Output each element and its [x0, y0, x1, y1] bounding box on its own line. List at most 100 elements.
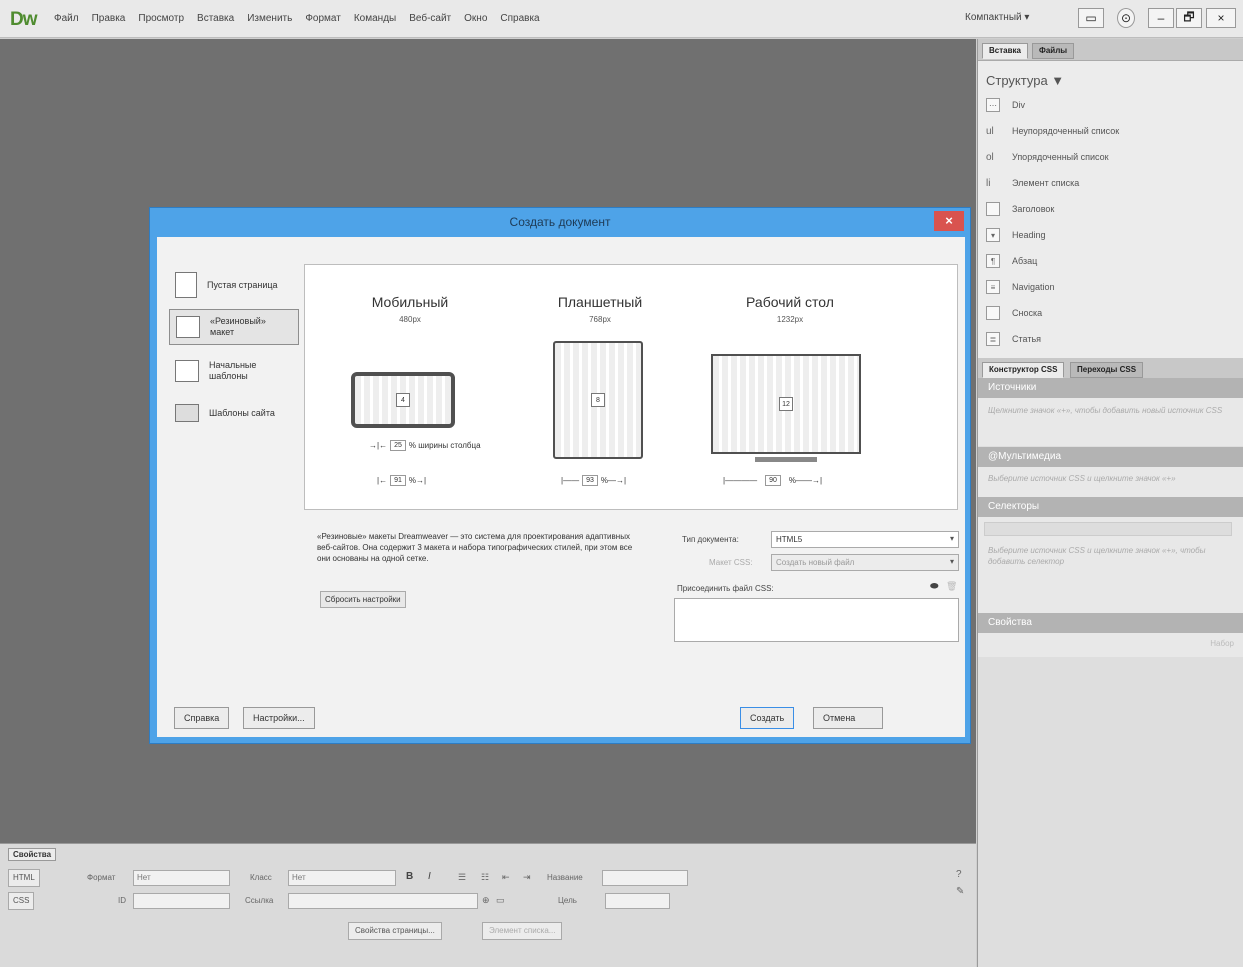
sources-header[interactable]: Источники [978, 378, 1243, 398]
gutter-input[interactable]: 25 [390, 440, 406, 451]
article-icon: ≣ [986, 332, 1000, 346]
category-site-templates[interactable]: Шаблоны сайта [169, 395, 299, 431]
link-input[interactable] [288, 893, 478, 909]
doc-type-select[interactable]: HTML5 ▾ [771, 531, 959, 548]
tab-insert[interactable]: Вставка [982, 43, 1028, 59]
layout-css-select[interactable]: Создать новый файл ▾ [771, 554, 959, 571]
header-icon [986, 202, 1000, 216]
blank-page-icon [175, 272, 197, 298]
attached-css-list[interactable] [674, 598, 959, 642]
desktop-columns-input[interactable]: 12 [779, 397, 793, 411]
insert-item-li[interactable]: li Элемент списка [986, 174, 1079, 192]
tab-css-designer[interactable]: Конструктор CSS [982, 362, 1065, 378]
ordered-list-icon[interactable]: ☷ [481, 872, 489, 883]
menu-site[interactable]: Веб-сайт [409, 13, 451, 24]
cancel-button[interactable]: Отмена [813, 707, 883, 729]
indent-icon[interactable]: ⇥ [523, 872, 531, 883]
quick-tag-icon[interactable]: ✎ [956, 886, 964, 897]
menu-view[interactable]: Просмотр [138, 13, 184, 24]
maximize-button[interactable]: 🗗 [1176, 8, 1202, 28]
tablet-width-input[interactable]: 93 [582, 475, 598, 486]
menu-edit[interactable]: Правка [92, 13, 126, 24]
menu-insert[interactable]: Вставка [197, 13, 234, 24]
unordered-list-icon[interactable]: ☰ [458, 872, 466, 883]
tablet-columns-input[interactable]: 8 [591, 393, 605, 407]
link-css-icon[interactable]: ⬬ [930, 581, 939, 592]
insert-item-heading[interactable]: ▾ Heading [986, 226, 1046, 244]
workspace-switcher[interactable]: Компактный ▾ [965, 12, 1029, 23]
menu-help[interactable]: Справка [500, 13, 539, 24]
browse-folder-icon[interactable]: ▭ [496, 895, 505, 906]
bold-button[interactable]: B [406, 871, 413, 882]
page-properties-button[interactable]: Свойства страницы... [348, 922, 442, 940]
sync-icon[interactable]: ⊙ [1117, 8, 1135, 28]
id-select[interactable] [133, 893, 230, 909]
point-to-file-icon[interactable]: ⊕ [482, 895, 490, 906]
trash-icon[interactable]: 🗑 [946, 581, 957, 592]
italic-button[interactable]: I [428, 871, 431, 882]
minimize-button[interactable]: – [1148, 8, 1174, 28]
tab-files[interactable]: Файлы [1032, 43, 1075, 59]
menu-commands[interactable]: Команды [354, 13, 396, 24]
navigation-icon: ≡ [986, 280, 1000, 294]
dreamweaver-logo: Dw [10, 9, 37, 30]
structure-dropdown[interactable]: Структура ▼ [986, 73, 1064, 88]
create-button[interactable]: Создать [740, 707, 795, 729]
properties-header[interactable]: Свойства [978, 613, 1243, 633]
insert-item-article[interactable]: ≣ Статья [986, 330, 1041, 348]
layout-icon[interactable]: ▭ [1078, 8, 1104, 28]
help-button[interactable]: Справка [174, 707, 230, 729]
target-select[interactable] [605, 893, 670, 909]
dialog-close-button[interactable]: × [934, 211, 964, 231]
menu-modify[interactable]: Изменить [247, 13, 292, 24]
new-document-dialog: Создать документ × Пустая страница «Рези… [149, 207, 971, 744]
css-mode-button[interactable]: CSS [8, 892, 35, 910]
insert-item-ol[interactable]: ol Упорядоченный список [986, 148, 1109, 166]
category-starter-templates[interactable]: Начальные шаблоны [169, 353, 299, 389]
category-blank-page[interactable]: Пустая страница [169, 267, 299, 303]
category-fluid-grid[interactable]: «Резиновый» макет [169, 309, 299, 345]
selectors-header[interactable]: Селекторы [978, 497, 1243, 517]
insert-item-navigation[interactable]: ≡ Navigation [986, 278, 1055, 296]
mobile-width-input[interactable]: 91 [390, 475, 406, 486]
outdent-icon[interactable]: ⇤ [502, 872, 510, 883]
mobile-columns-input[interactable]: 4 [396, 393, 410, 407]
device-width: 768px [589, 315, 611, 324]
media-header[interactable]: @Мультимедиа [978, 447, 1243, 467]
format-select[interactable]: Нет [133, 870, 230, 886]
insert-item-paragraph[interactable]: ¶ Абзац [986, 252, 1037, 270]
device-width: 480px [399, 315, 421, 324]
reset-settings-button[interactable]: Сбросить настройки [320, 591, 406, 608]
id-label: ID [118, 896, 126, 905]
class-select[interactable]: Нет [288, 870, 396, 886]
insert-item-div[interactable]: ⋯ Div [986, 96, 1025, 114]
html-mode-button[interactable]: HTML [8, 869, 40, 887]
insert-item-aside[interactable]: Сноска [986, 304, 1042, 322]
li-icon: li [986, 177, 991, 189]
insert-panel-tabs: Вставка Файлы [978, 39, 1243, 61]
settings-button[interactable]: Настройки... [243, 707, 315, 729]
tab-css-transitions[interactable]: Переходы CSS [1070, 362, 1144, 378]
insert-item-ul[interactable]: ul Неупорядоченный список [986, 122, 1119, 140]
properties-tab[interactable]: Свойства [8, 848, 57, 861]
selector-filter[interactable] [984, 522, 1232, 536]
media-hint: Выберите источник CSS и щелкните значок … [988, 474, 1176, 483]
show-set-checkbox[interactable]: Набор [1210, 639, 1234, 648]
title-input[interactable] [602, 870, 688, 886]
desktop-width-input[interactable]: 90 [765, 475, 781, 486]
div-icon: ⋯ [986, 98, 1000, 112]
device-tablet: Планшетный 768px [535, 265, 665, 324]
list-item-button[interactable]: Элемент списка... [482, 922, 563, 940]
class-label: Класс [250, 873, 272, 882]
mobile-width-row: |← 91 % →| [377, 475, 427, 486]
mobile-screen: 4 [351, 372, 455, 428]
insert-item-header[interactable]: Заголовок [986, 200, 1054, 218]
menu-file[interactable]: Файл [54, 13, 79, 24]
menu-window[interactable]: Окно [464, 13, 487, 24]
help-icon[interactable]: ? [956, 869, 962, 880]
format-label: Формат [87, 873, 116, 882]
width-arrow-icon: |← [377, 476, 388, 485]
chevron-down-icon: ▾ [949, 534, 954, 543]
close-window-button[interactable]: × [1206, 8, 1236, 28]
menu-format[interactable]: Формат [305, 13, 341, 24]
